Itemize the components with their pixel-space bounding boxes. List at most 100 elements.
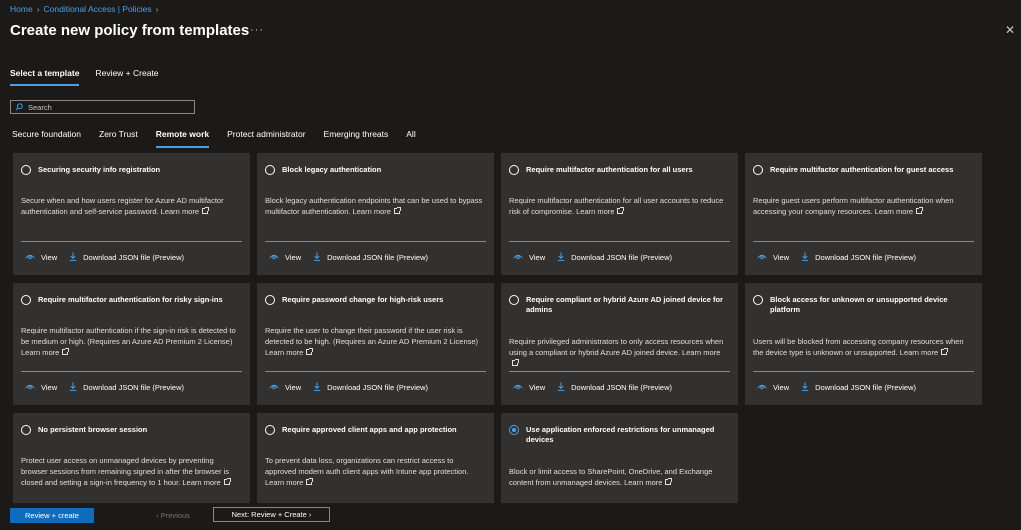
learn-more-link[interactable]: Learn more [353, 207, 391, 216]
download-json-button[interactable]: Download JSON file (Preview) [313, 382, 428, 393]
card-description: Users will be blocked from accessing com… [753, 336, 972, 358]
tab-review-create[interactable]: Review + Create [95, 68, 158, 86]
template-radio[interactable] [509, 165, 519, 175]
external-link-icon [306, 348, 314, 355]
external-link-icon [202, 207, 210, 214]
external-link-icon [223, 478, 231, 485]
eye-icon [757, 253, 773, 262]
review-create-button[interactable]: Review + create [10, 508, 94, 523]
template-radio[interactable] [753, 295, 763, 305]
learn-more-link[interactable]: Learn more [682, 348, 720, 357]
download-json-button[interactable]: Download JSON file (Preview) [557, 252, 672, 263]
learn-more-link[interactable]: Learn more [875, 207, 913, 216]
view-button[interactable]: View [513, 253, 545, 262]
template-radio[interactable] [265, 425, 275, 435]
breadcrumb-policies[interactable]: Conditional Access | Policies [44, 4, 152, 14]
download-icon [69, 382, 83, 393]
card-description-text: Require guest users perform multifactor … [753, 196, 954, 216]
search-input[interactable] [28, 102, 188, 112]
download-icon [313, 382, 327, 393]
card-header: No persistent browser session [21, 425, 242, 435]
external-link-icon [306, 478, 314, 485]
template-card[interactable]: Block access for unknown or unsupported … [745, 283, 982, 405]
view-label: View [41, 383, 58, 392]
download-json-button[interactable]: Download JSON file (Preview) [69, 382, 184, 393]
download-json-button[interactable]: Download JSON file (Preview) [69, 252, 184, 263]
tab-emerging-threats[interactable]: Emerging threats [324, 129, 389, 148]
template-radio[interactable] [509, 295, 519, 305]
learn-more-link[interactable]: Learn more [900, 348, 938, 357]
view-button[interactable]: View [757, 383, 789, 392]
card-actions: View Download JSON file (Preview) [25, 252, 184, 263]
download-icon [557, 382, 571, 393]
card-description: Require privileged administrators to onl… [509, 336, 728, 369]
eye-icon [269, 383, 285, 392]
learn-more-link[interactable]: Learn more [576, 207, 614, 216]
learn-more-link[interactable]: Learn more [182, 478, 220, 487]
card-title: Require approved client apps and app pro… [282, 425, 457, 434]
template-radio[interactable] [21, 295, 31, 305]
tab-select-template[interactable]: Select a template [10, 68, 80, 86]
template-radio[interactable] [509, 425, 519, 435]
template-radio[interactable] [21, 425, 31, 435]
external-link-icon [393, 207, 401, 214]
view-label: View [41, 253, 58, 262]
template-card[interactable]: Block legacy authentication Block legacy … [257, 153, 494, 275]
template-card[interactable]: Require password change for high-risk us… [257, 283, 494, 405]
external-link-icon [512, 359, 519, 366]
more-icon[interactable]: ··· [250, 24, 264, 36]
tab-remote-work[interactable]: Remote work [155, 129, 210, 148]
template-card[interactable]: Require compliant or hybrid Azure AD joi… [501, 283, 738, 405]
tab-protect-administrator[interactable]: Protect administrator [227, 129, 305, 148]
view-button[interactable]: View [269, 253, 301, 262]
view-button[interactable]: View [25, 253, 57, 262]
template-radio[interactable] [21, 165, 31, 175]
view-button[interactable]: View [757, 253, 789, 262]
card-divider [21, 371, 242, 372]
tab-all[interactable]: All [406, 129, 415, 148]
breadcrumb-home[interactable]: Home [10, 4, 33, 14]
learn-more-link[interactable]: Learn more [265, 478, 303, 487]
template-card[interactable]: Require multifactor authentication for a… [501, 153, 738, 275]
learn-more-link[interactable]: Learn more [265, 348, 303, 357]
card-header: Require multifactor authentication for r… [21, 295, 242, 305]
card-description-text: Require multifactor authentication for a… [509, 196, 724, 216]
card-divider [753, 241, 974, 242]
card-title: No persistent browser session [38, 425, 148, 434]
card-title: Require password change for high-risk us… [282, 295, 444, 304]
view-button[interactable]: View [25, 383, 57, 392]
learn-more-link[interactable]: Learn more [624, 478, 662, 487]
card-divider [21, 241, 242, 242]
template-radio[interactable] [265, 295, 275, 305]
template-card[interactable]: Securing security info registration Secur… [13, 153, 250, 275]
tab-zero-trust[interactable]: Zero Trust [99, 129, 138, 148]
template-card[interactable]: Require multifactor authentication for r… [13, 283, 250, 405]
tab-secure-foundation[interactable]: Secure foundation [12, 129, 81, 148]
view-button[interactable]: View [269, 383, 301, 392]
download-label: Download JSON file (Preview) [83, 253, 184, 262]
learn-more-link[interactable]: Learn more [21, 348, 59, 357]
download-json-button[interactable]: Download JSON file (Preview) [801, 382, 916, 393]
search-box[interactable] [10, 100, 195, 114]
card-description-text: Require multifactor authentication if th… [21, 326, 236, 346]
download-json-button[interactable]: Download JSON file (Preview) [801, 252, 916, 263]
download-json-button[interactable]: Download JSON file (Preview) [313, 252, 428, 263]
card-title: Require multifactor authentication for g… [770, 165, 954, 174]
card-title: Securing security info registration [38, 165, 161, 174]
card-divider [265, 371, 486, 372]
download-icon [801, 252, 815, 263]
breadcrumb: Home › Conditional Access | Policies › [10, 4, 162, 14]
view-button[interactable]: View [513, 383, 545, 392]
learn-more-link[interactable]: Learn more [161, 207, 199, 216]
template-radio[interactable] [753, 165, 763, 175]
download-label: Download JSON file (Preview) [815, 253, 916, 262]
download-json-button[interactable]: Download JSON file (Preview) [557, 382, 672, 393]
download-icon [313, 252, 327, 263]
template-radio[interactable] [265, 165, 275, 175]
close-icon[interactable]: ✕ [1005, 24, 1015, 36]
next-button[interactable]: Next: Review + Create › [213, 507, 330, 522]
template-card[interactable]: Require multifactor authentication for g… [745, 153, 982, 275]
external-link-icon [617, 207, 625, 214]
download-icon [69, 252, 83, 263]
previous-button[interactable]: ‹ Previous [140, 508, 206, 522]
